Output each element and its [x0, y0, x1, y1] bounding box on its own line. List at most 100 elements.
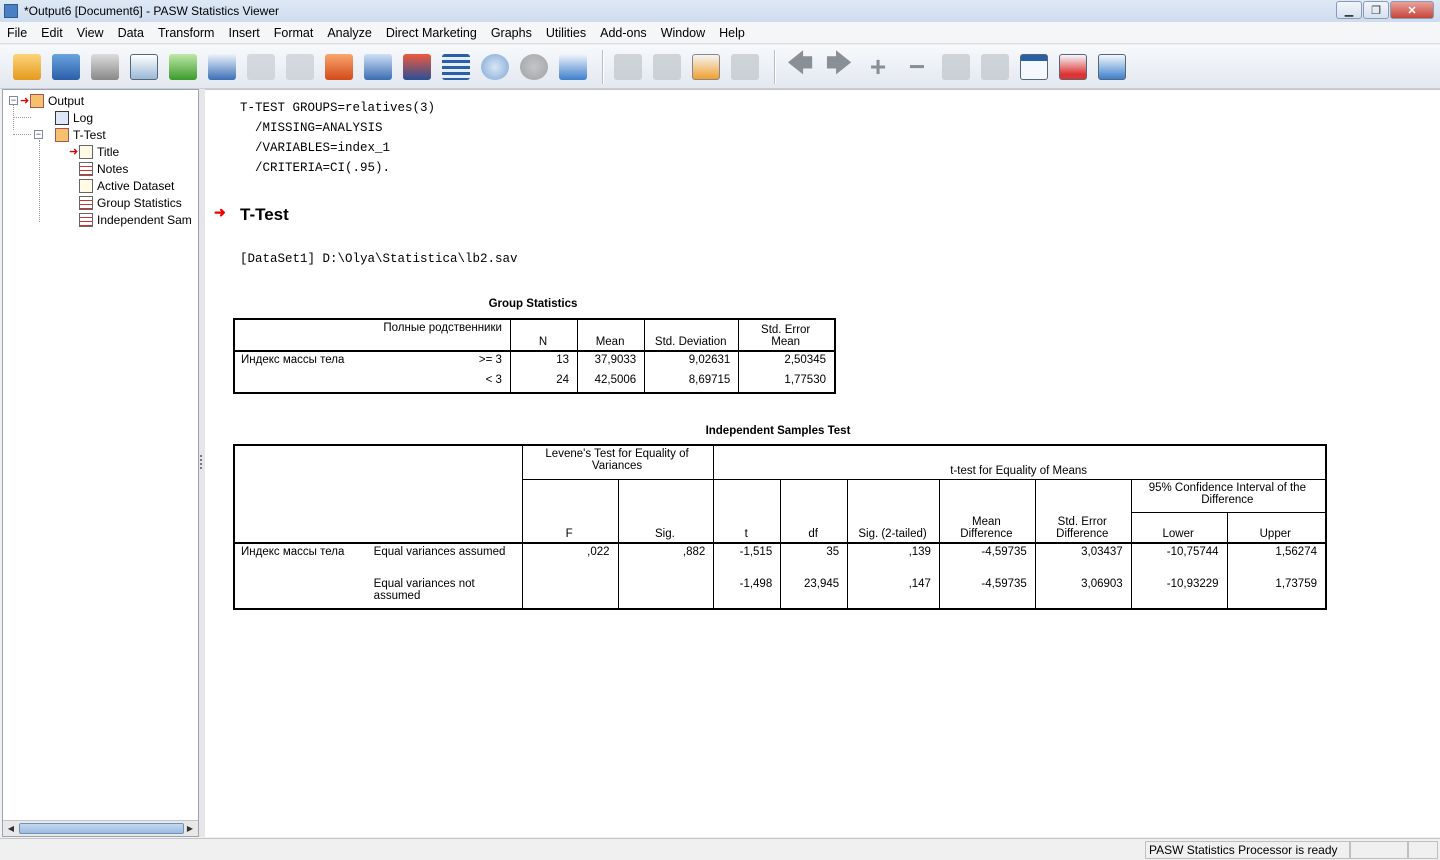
tree-item-label: Group Statistics — [97, 195, 182, 210]
print-preview-icon[interactable] — [127, 50, 161, 84]
spelling-icon[interactable] — [556, 50, 590, 84]
tree-item-title[interactable]: ➜ Title — [69, 143, 119, 160]
menu-direct-marketing[interactable]: Direct Marketing — [379, 26, 484, 40]
tree-item-label: Active Dataset — [97, 178, 175, 193]
open-folder-icon[interactable] — [10, 50, 44, 84]
menu-window[interactable]: Window — [654, 26, 712, 40]
menu-utilities[interactable]: Utilities — [539, 26, 593, 40]
promote-icon[interactable]: 🡄 — [783, 48, 817, 84]
close-icon[interactable]: ✕ — [1390, 1, 1434, 19]
table-header-row: Полные родственники N Mean Std. Deviatio… — [233, 318, 836, 352]
cell-sig — [617, 576, 715, 610]
scrollbar-thumb[interactable] — [19, 823, 184, 834]
tree-item-group-statistics[interactable]: Group Statistics — [79, 194, 182, 211]
export-icon[interactable] — [166, 50, 200, 84]
show-all-variables-icon[interactable] — [517, 50, 551, 84]
cell-sig-2-tailed: ,139 — [847, 542, 940, 576]
cell-df: 23,945 — [780, 576, 849, 610]
toolbar-separator — [774, 49, 776, 84]
scroll-left-icon[interactable]: ◀ — [4, 822, 18, 835]
tree-item-label: Independent Sam — [97, 212, 192, 227]
tree-item-label: Log — [73, 110, 94, 125]
demote-icon[interactable]: 🡆 — [822, 48, 856, 84]
tree-item-independent-samples[interactable]: Independent Sam — [79, 211, 192, 228]
cell-mean: 42,5006 — [577, 372, 646, 394]
cell-df: 35 — [780, 542, 849, 576]
collapse-tree-icon[interactable]: − — [34, 130, 43, 139]
toolbar-separator — [602, 49, 604, 84]
tree-item-log[interactable]: Log — [55, 109, 93, 126]
menu-transform[interactable]: Transform — [151, 26, 222, 40]
menu-analyze[interactable]: Analyze — [320, 26, 378, 40]
tree-item-active-dataset[interactable]: Active Dataset — [79, 177, 174, 194]
undo-icon[interactable] — [244, 50, 278, 84]
table-row: Индекс массы тела >= 3 13 37,9033 9,0263… — [233, 350, 836, 372]
header-df: df — [780, 478, 849, 544]
cell-upper: 1,73759 — [1226, 576, 1327, 610]
save-icon[interactable] — [49, 50, 83, 84]
independent-samples-table[interactable]: Levene's Test for Equality of Variances … — [233, 444, 1327, 610]
cell-std-deviation: 9,02631 — [644, 350, 740, 372]
group-label: >= 3 — [372, 350, 511, 372]
header-upper: Upper — [1226, 511, 1327, 544]
insert-heading-icon[interactable] — [650, 50, 684, 84]
header-lower: Lower — [1130, 511, 1228, 544]
group-statistics-table[interactable]: Полные родственники N Mean Std. Deviatio… — [233, 318, 836, 394]
insert-text-icon[interactable] — [1056, 50, 1090, 84]
menu-bar: File Edit View Data Transform Insert For… — [0, 22, 1440, 44]
header-std-error-mean: Std. Error Mean — [738, 318, 836, 352]
menu-view[interactable]: View — [70, 26, 111, 40]
variable-label-empty — [233, 372, 373, 394]
header-t-test: t-test for Equality of Means — [713, 444, 1327, 480]
tree-connector — [13, 117, 31, 118]
hide-icon[interactable] — [978, 50, 1012, 84]
goto-variable-icon[interactable] — [400, 50, 434, 84]
size-grip-icon[interactable] — [1408, 841, 1438, 859]
print-icon[interactable] — [88, 50, 122, 84]
recall-dialog-icon[interactable] — [205, 50, 239, 84]
redo-icon[interactable] — [283, 50, 317, 84]
menu-add-ons[interactable]: Add-ons — [593, 26, 654, 40]
variables-icon[interactable] — [439, 50, 473, 84]
independent-samples-caption: Independent Samples Test — [705, 425, 851, 437]
syntax-line: /CRITERIA=CI(.95). — [240, 161, 391, 175]
splitter-grip[interactable] — [200, 455, 204, 469]
insert-image-icon[interactable] — [728, 50, 762, 84]
title-bar: *Output6 [Document6] - PASW Statistics V… — [0, 0, 1440, 22]
use-sets-icon[interactable] — [478, 50, 512, 84]
syntax-log: T-TEST GROUPS=relatives(3) /MISSING=ANAL… — [240, 98, 435, 178]
output-book-icon — [30, 93, 44, 108]
header-sig-2-tailed: Sig. (2-tailed) — [847, 478, 940, 544]
section-title[interactable]: T-Test — [240, 205, 289, 225]
scroll-right-icon[interactable]: ▶ — [183, 822, 197, 835]
menu-help[interactable]: Help — [712, 26, 752, 40]
expand-icon[interactable]: + — [861, 50, 895, 84]
menu-file[interactable]: File — [0, 26, 34, 40]
collapse-tree-icon[interactable]: − — [9, 96, 18, 105]
run-script-icon[interactable] — [689, 50, 723, 84]
active-dataset-line[interactable]: [DataSet1] D:\Olya\Statistica\lb2.sav — [240, 252, 518, 266]
goto-data-icon[interactable] — [322, 50, 356, 84]
menu-insert[interactable]: Insert — [221, 26, 266, 40]
syntax-line: /VARIABLES=index_1 — [240, 141, 391, 155]
tree-item-output[interactable]: − ➜ Output — [9, 92, 84, 109]
menu-edit[interactable]: Edit — [34, 26, 70, 40]
insert-title-icon[interactable] — [1017, 50, 1051, 84]
designate-window-icon[interactable] — [611, 50, 645, 84]
menu-format[interactable]: Format — [267, 26, 321, 40]
current-item-arrow-icon: ➜ — [20, 95, 30, 107]
restore-icon[interactable]: ❐ — [1363, 1, 1389, 19]
cell-std-deviation: 8,69715 — [644, 372, 740, 394]
header-std-error-difference: Std. Error Difference — [1034, 478, 1132, 544]
show-icon[interactable] — [939, 50, 973, 84]
collapse-icon[interactable]: − — [900, 50, 934, 84]
minimize-icon[interactable]: ▁ — [1336, 1, 1362, 19]
tree-item-t-test[interactable]: − T-Test — [34, 126, 106, 143]
insert-new-heading-icon[interactable] — [1095, 50, 1129, 84]
header-f: F — [521, 478, 619, 544]
menu-graphs[interactable]: Graphs — [484, 26, 539, 40]
goto-case-icon[interactable] — [361, 50, 395, 84]
menu-data[interactable]: Data — [111, 26, 151, 40]
outline-horizontal-scrollbar[interactable]: ◀ ▶ — [3, 820, 198, 836]
tree-item-notes[interactable]: Notes — [79, 160, 128, 177]
